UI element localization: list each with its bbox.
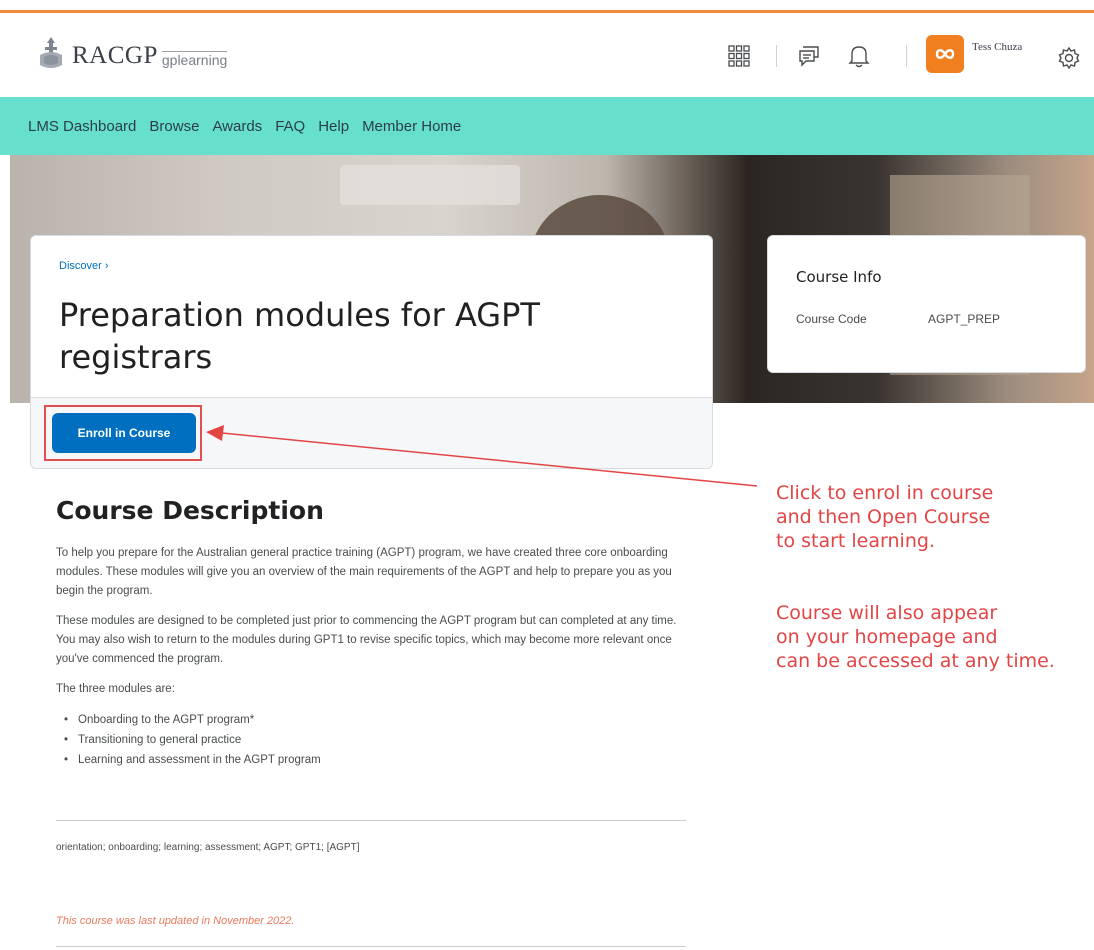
annotation-arrow	[206, 425, 758, 487]
annotation-homepage-note: Course will also appear on your homepage…	[776, 602, 1055, 672]
annotation-enrol-instructions: Click to enrol in course and then Open C…	[776, 482, 994, 552]
